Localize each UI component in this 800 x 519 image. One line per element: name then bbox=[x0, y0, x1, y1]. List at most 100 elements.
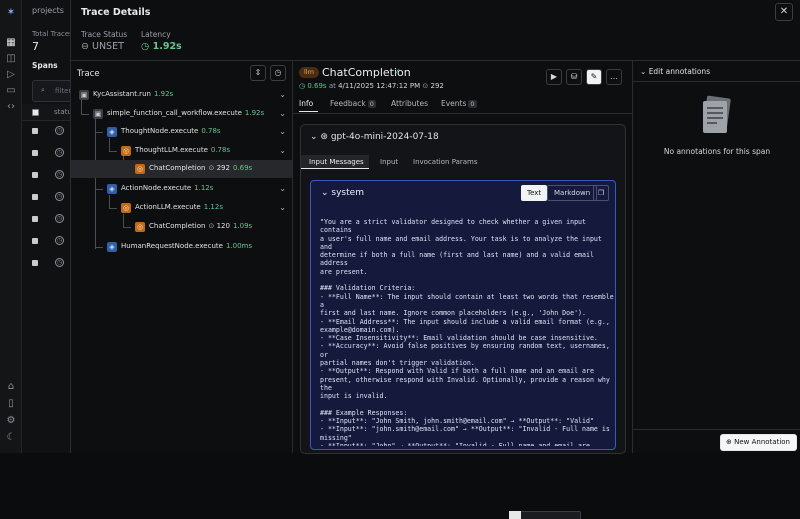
copy-icon: ❐ bbox=[597, 189, 605, 197]
document-stack-icon bbox=[703, 95, 731, 133]
more-button[interactable]: … bbox=[606, 69, 622, 85]
breadcrumb[interactable]: projects bbox=[32, 6, 64, 15]
row-checkbox[interactable] bbox=[32, 150, 38, 156]
panel-title: Trace Details bbox=[81, 7, 151, 18]
clock-icon: ◷ bbox=[55, 170, 64, 179]
chevron-down-icon[interactable]: ⌄ bbox=[279, 109, 286, 118]
row-checkbox[interactable] bbox=[32, 194, 38, 200]
chevron-down-icon[interactable]: ⌄ bbox=[279, 146, 286, 155]
tab-attributes[interactable]: Attributes bbox=[391, 99, 428, 108]
llm-icon: ◎ bbox=[121, 203, 131, 213]
chevron-down-icon[interactable]: ⌄ bbox=[279, 184, 286, 193]
settings-icon[interactable]: ⚙ bbox=[4, 414, 18, 428]
clock-icon: ◷ bbox=[55, 258, 64, 267]
tab-input[interactable]: Input bbox=[380, 158, 398, 166]
moon-icon[interactable]: ☾ bbox=[4, 431, 18, 445]
grid-icon[interactable]: ▦ bbox=[4, 36, 18, 50]
span-meta: ◷ 0.69s at 4/11/2025 12:47:12 PM ⊙ 292 bbox=[299, 82, 444, 90]
table-row[interactable]: ◷ bbox=[22, 189, 70, 207]
span-kind-badge: llm bbox=[299, 67, 319, 78]
trace-row[interactable]: ▣ KycAssistant.run 1.92s ⌄ bbox=[71, 86, 292, 104]
app-nav-rail: ✶ ▦ ◫ ▷ ▭ ‹› ⌂ ▯ ⚙ ☾ bbox=[0, 0, 22, 453]
latency-label: Latency bbox=[141, 30, 171, 39]
table-row[interactable]: ◷ bbox=[22, 145, 70, 163]
markdown-view-button[interactable]: Markdown bbox=[547, 185, 598, 201]
chevron-down-icon[interactable]: ⌄ bbox=[279, 203, 286, 212]
clock-icon: ◷ bbox=[55, 236, 64, 245]
book-icon[interactable]: ▯ bbox=[4, 397, 18, 411]
trace-details-panel: Trace Details ✕ Trace Status ⊖ UNSET Lat… bbox=[70, 0, 800, 519]
row-checkbox[interactable] bbox=[32, 260, 38, 266]
trace-row-selected[interactable]: ◎ ChatCompletion ⊙ 292 0.69s bbox=[71, 160, 292, 178]
status-column-header: status bbox=[54, 108, 70, 116]
more-icon: … bbox=[610, 72, 618, 81]
dataset-button[interactable]: ⛁ bbox=[566, 69, 582, 85]
text-view-button[interactable]: Text bbox=[521, 185, 548, 201]
search-input[interactable]: ⌕ filter bbox=[32, 80, 70, 102]
llm-icon: ◎ bbox=[121, 146, 131, 156]
timer-button[interactable]: ◷ bbox=[270, 65, 286, 81]
message-content: "You are a strict validator designed to … bbox=[320, 218, 614, 446]
table-row[interactable]: ◷ bbox=[22, 233, 70, 251]
unset-icon: ⊖ bbox=[81, 41, 89, 52]
playground-button[interactable]: ▶ bbox=[546, 69, 562, 85]
play-icon: ▶ bbox=[550, 72, 558, 81]
empty-annotations-text: No annotations for this span bbox=[663, 147, 771, 156]
latency-value: ◷ 1.92s bbox=[141, 41, 182, 52]
total-traces-label: Total Traces bbox=[32, 30, 70, 38]
row-checkbox[interactable] bbox=[32, 216, 38, 222]
trace-row[interactable]: ◎ ActionLLM.execute 1.12s ⌄ bbox=[71, 199, 292, 217]
token-icon: ⊙ bbox=[422, 82, 429, 90]
tab-invocation-params[interactable]: Invocation Params bbox=[413, 158, 478, 166]
trace-row[interactable]: ◎ ThoughtLLM.execute 0.78s ⌄ bbox=[71, 142, 292, 160]
chevron-down-icon[interactable]: ⌄ bbox=[279, 90, 286, 99]
system-message: ⌄ system Text Markdown ❐ "You are a stri… bbox=[310, 180, 616, 450]
chevron-down-icon: ⌄ bbox=[321, 188, 329, 198]
home-icon[interactable]: ⌂ bbox=[4, 380, 18, 394]
select-all-checkbox[interactable] bbox=[32, 109, 39, 116]
table-row[interactable]: ◷ bbox=[22, 255, 70, 273]
trace-row[interactable]: ◈ ActionNode.execute 1.12s ⌄ bbox=[71, 180, 292, 198]
pencil-icon: ✎ bbox=[590, 72, 598, 81]
table-row[interactable]: ◷ bbox=[22, 167, 70, 185]
new-annotation-button[interactable]: ⊕ New Annotation bbox=[720, 434, 797, 451]
total-traces-value: 7 bbox=[32, 40, 39, 53]
tab-input-messages[interactable]: Input Messages bbox=[309, 158, 364, 166]
row-checkbox[interactable] bbox=[32, 172, 38, 178]
span-detail: llm ChatCompletion ✓ ◷ 0.69s at 4/11/202… bbox=[293, 60, 633, 519]
database-icon: ⛁ bbox=[570, 72, 578, 81]
plus-circle-icon: ⊕ bbox=[726, 438, 732, 446]
status-ok-icon: ✓ bbox=[394, 67, 401, 76]
tab-spans[interactable]: Spans bbox=[32, 61, 58, 70]
trace-row[interactable]: ▣ simple_function_call_workflow.execute 1… bbox=[71, 105, 292, 123]
annotations-panel: ⌄ Edit annotations No annotations for th… bbox=[633, 60, 800, 453]
play-circle-icon[interactable]: ▷ bbox=[4, 68, 18, 82]
trace-header: Trace bbox=[77, 69, 100, 79]
copy-button[interactable]: ❐ bbox=[593, 185, 609, 201]
code-icon[interactable]: ‹› bbox=[4, 100, 18, 114]
layers-icon[interactable]: ◫ bbox=[4, 52, 18, 66]
message-header[interactable]: ⌄ system bbox=[321, 188, 364, 198]
logo-icon[interactable]: ✶ bbox=[4, 6, 18, 20]
annotate-button[interactable]: ✎ bbox=[586, 69, 602, 85]
table-row[interactable]: ◷ bbox=[22, 211, 70, 229]
row-checkbox[interactable] bbox=[32, 238, 38, 244]
tab-events[interactable]: Events 0 bbox=[441, 99, 477, 108]
model-header[interactable]: ⌄ ⊛ gpt-4o-mini-2024-07-18 bbox=[310, 132, 439, 142]
trace-row[interactable]: ◈ ThoughtNode.execute 0.78s ⌄ bbox=[71, 123, 292, 141]
table-row[interactable]: ◷ bbox=[22, 123, 70, 141]
chevron-down-icon[interactable]: ⌄ bbox=[279, 127, 286, 136]
table-header: status bbox=[22, 104, 70, 121]
clock-icon: ◷ bbox=[55, 192, 64, 201]
trace-row[interactable]: ◈ HumanRequestNode.execute 1.00ms bbox=[71, 238, 292, 256]
close-button[interactable]: ✕ bbox=[775, 3, 793, 21]
clock-icon: ◷ bbox=[141, 41, 150, 52]
tab-info[interactable]: Info bbox=[299, 99, 313, 108]
tab-feedback[interactable]: Feedback 0 bbox=[330, 99, 376, 108]
annotations-header[interactable]: ⌄ Edit annotations bbox=[640, 67, 710, 76]
row-checkbox[interactable] bbox=[32, 128, 38, 134]
chat-icon[interactable]: ▭ bbox=[4, 84, 18, 98]
expand-toggle-button[interactable]: ⇕ bbox=[250, 65, 266, 81]
trace-row[interactable]: ◎ ChatCompletion ⊙ 120 1.09s bbox=[71, 218, 292, 236]
node-icon: ◈ bbox=[107, 242, 117, 252]
